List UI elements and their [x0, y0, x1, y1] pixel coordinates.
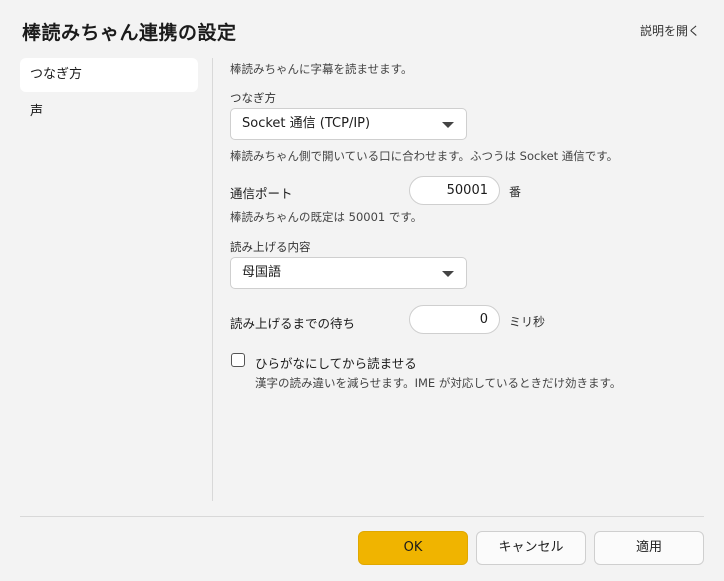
ok-button[interactable]: OK [358, 531, 468, 565]
cancel-button[interactable]: キャンセル [476, 531, 586, 565]
port-input[interactable]: 50001 [409, 176, 500, 205]
port-label: 通信ポート [230, 186, 293, 201]
hiragana-label[interactable]: ひらがなにしてから読ませる [255, 353, 417, 372]
apply-button[interactable]: 適用 [594, 531, 704, 565]
wait-unit: ミリ秒 [509, 315, 546, 329]
hiragana-checkbox[interactable] [231, 353, 245, 367]
intro-text: 棒読みちゃんに字幕を読ませます。 [230, 62, 413, 76]
footer-divider [20, 516, 704, 517]
hiragana-help: 漢字の読み違いを減らせます。IME が対応しているときだけ効きます。 [255, 376, 622, 390]
sidebar: つなぎ方 声 [20, 58, 198, 132]
chevron-down-icon [442, 271, 454, 277]
sidebar-divider [212, 58, 213, 501]
sidebar-item-connection[interactable]: つなぎ方 [20, 58, 198, 92]
connection-select-value: Socket 通信 (TCP/IP) [242, 116, 371, 131]
wait-label: 読み上げるまでの待ち [230, 316, 356, 331]
connection-help: 棒読みちゃん側で開いている口に合わせます。ふつうは Socket 通信です。 [230, 149, 619, 163]
help-link[interactable]: 説明を開く [640, 22, 700, 39]
connection-select[interactable]: Socket 通信 (TCP/IP) [230, 108, 467, 140]
connection-label: つなぎ方 [230, 91, 276, 105]
wait-input[interactable]: 0 [409, 305, 500, 334]
dialog-title: 棒読みちゃん連携の設定 [22, 22, 237, 44]
port-unit: 番 [509, 185, 522, 199]
sidebar-item-voice[interactable]: 声 [20, 95, 198, 129]
read-content-select[interactable]: 母国語 [230, 257, 467, 289]
read-content-select-value: 母国語 [242, 265, 282, 280]
chevron-down-icon [442, 122, 454, 128]
read-content-label: 読み上げる内容 [230, 240, 311, 254]
port-help: 棒読みちゃんの既定は 50001 です。 [230, 210, 423, 224]
